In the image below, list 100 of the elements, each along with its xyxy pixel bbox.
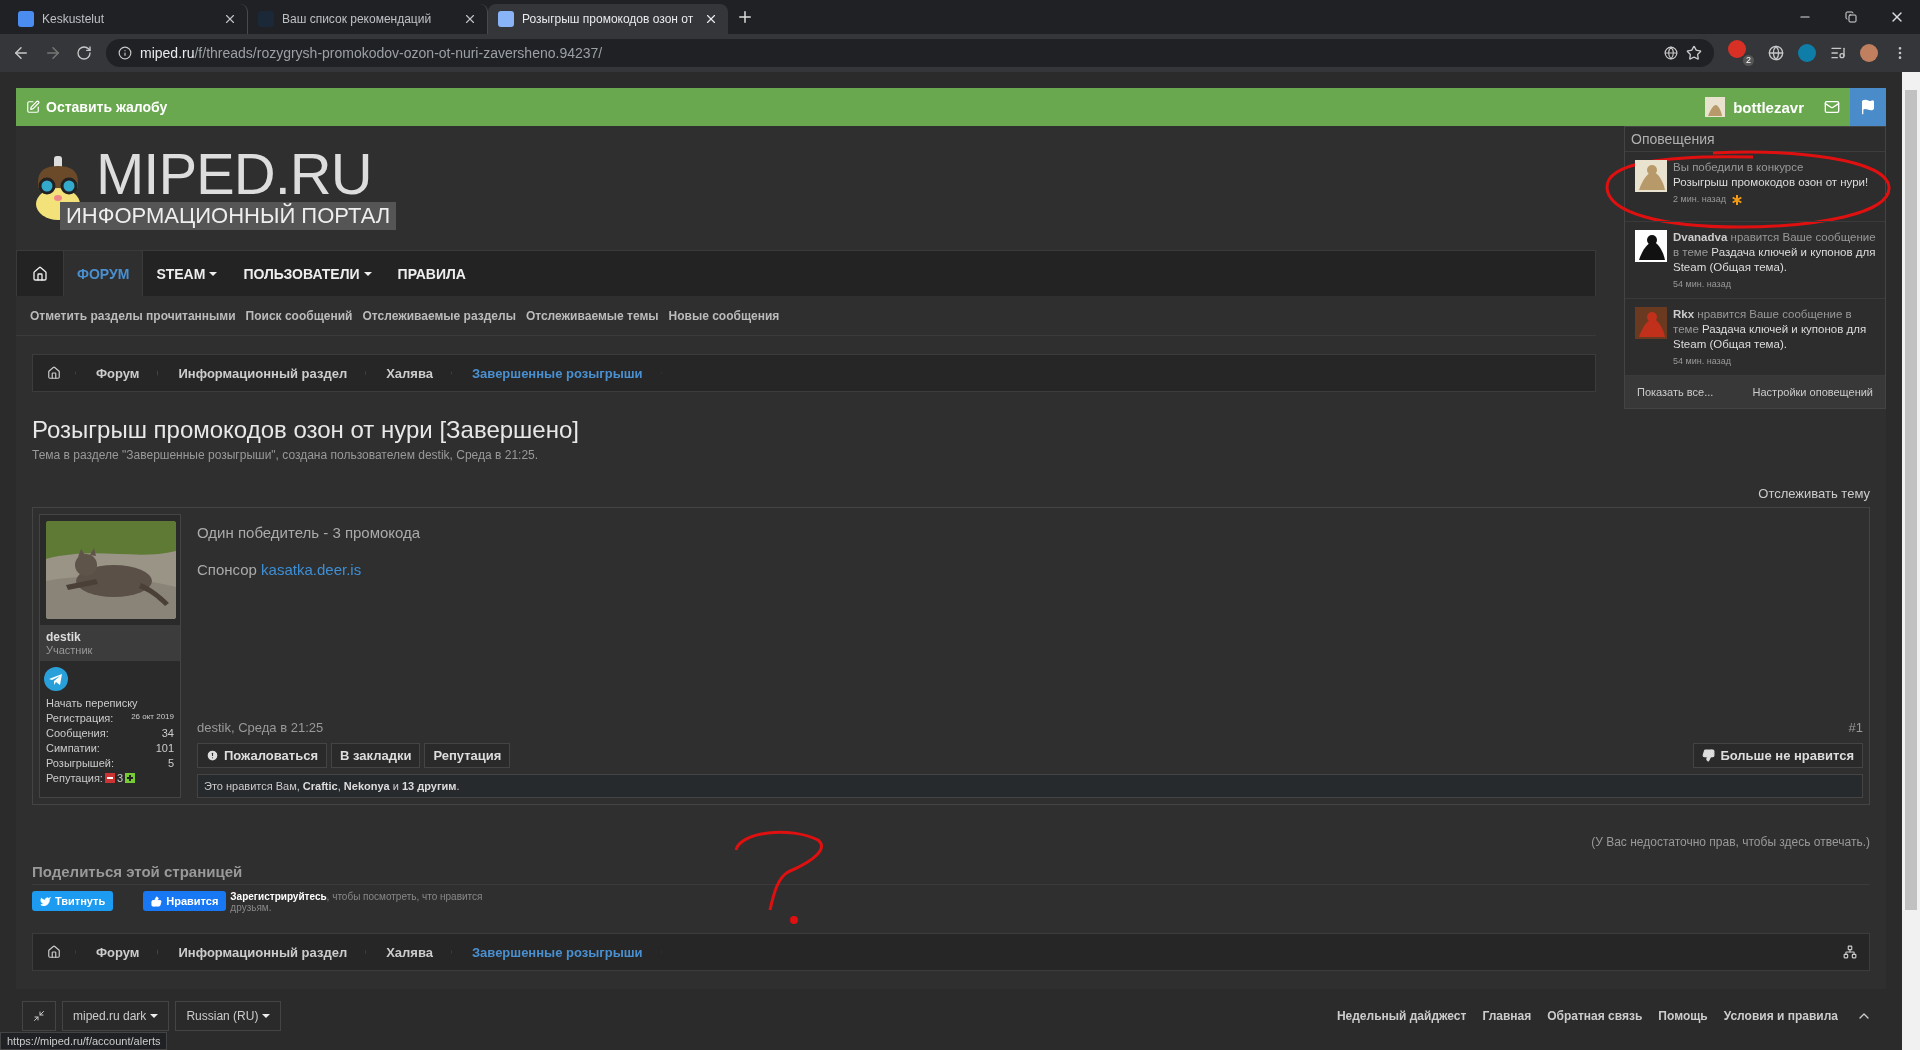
home-icon <box>47 366 61 380</box>
post-action-button[interactable]: Репутация <box>424 743 511 768</box>
close-icon[interactable] <box>463 12 477 26</box>
post-number[interactable]: #1 <box>1848 720 1863 735</box>
sitemap-icon[interactable] <box>1843 945 1857 959</box>
breadcrumb[interactable]: Завершенные розыгрыши <box>451 934 662 970</box>
site-logo-subtitle: ИНФОРМАЦИОННЫЙ ПОРТАЛ <box>60 202 397 230</box>
flag-icon <box>1860 99 1876 115</box>
home-icon[interactable] <box>32 265 48 282</box>
subnav-link[interactable]: Отметить разделы прочитанными <box>30 308 236 323</box>
back-icon[interactable] <box>12 44 30 62</box>
stat-label: Репутация: <box>46 772 103 784</box>
facebook-like-button[interactable]: Нравится <box>143 891 227 911</box>
post-action-button[interactable]: В закладки <box>331 743 421 768</box>
footer-link[interactable]: Условия и правила <box>1723 1009 1838 1023</box>
stat-value: 3 <box>116 772 124 784</box>
minus-icon[interactable] <box>104 773 115 783</box>
alert-item[interactable]: Вы победили в конкурсе Розыгрыш промокодов озон от нури! 2 мин. назад <box>1625 152 1885 222</box>
breadcrumb[interactable]: Информационный раздел <box>158 355 367 391</box>
thread-meta: Тема в разделе "Завершенные розыгрыши", создана пользователем destik, Среда в 21:25. <box>32 448 540 462</box>
extension-icon[interactable] <box>1798 44 1816 62</box>
plus-icon[interactable] <box>125 773 136 783</box>
mail-icon[interactable] <box>1824 99 1840 115</box>
close-icon[interactable] <box>704 12 718 26</box>
author-name[interactable]: destik <box>46 630 174 644</box>
info-icon[interactable] <box>118 46 132 60</box>
subnav-link[interactable]: Отслеживаемые темы <box>525 308 659 323</box>
globe-icon[interactable] <box>1664 46 1678 60</box>
sponsor-link[interactable]: kasatka.deer.is <box>261 561 362 578</box>
start-conversation-link[interactable]: Начать переписку <box>46 697 174 709</box>
stat-value: 34 <box>161 727 174 739</box>
message-text: Один победитель - 3 промокода <box>197 524 422 541</box>
stat-label: Регистрация: <box>46 712 114 724</box>
dropdown-link[interactable]: Настройки оповещений <box>1752 386 1873 398</box>
alert-icon <box>206 749 219 762</box>
nav-tab[interactable]: ПОЛЬЗОВАТЕЛИ <box>230 251 385 296</box>
alert-text: Rkx нравится Ваше сообщение в теме Раздача ключей и купонов для Steam (Общая тема). <box>1673 307 1868 352</box>
reload-icon[interactable] <box>76 45 92 61</box>
footer-link[interactable]: Недельный дайджест <box>1336 1009 1467 1023</box>
footer-link[interactable]: Обратная связь <box>1547 1009 1643 1023</box>
breadcrumb[interactable]: Форум <box>76 355 159 391</box>
restore-icon[interactable] <box>1845 11 1857 23</box>
breadcrumb[interactable]: Халява <box>366 934 452 970</box>
dropdown-link[interactable]: Показать все... <box>1637 386 1714 398</box>
reply-notice: (У Вас недостаточно прав, чтобы здесь отвечать.) <box>1591 835 1870 849</box>
bird-icon <box>40 895 51 907</box>
alert-time: 54 мин. назад <box>1673 278 1731 291</box>
alert-text: Dvanadva нравится Ваше сообщение в теме Раздача ключей и купонов для Steam (Общая тема). <box>1673 230 1877 275</box>
browser-tab[interactable]: Розыгрыш промокодов озон от <box>488 4 728 34</box>
home-icon <box>47 945 61 959</box>
subnav-link[interactable]: Поиск сообщений <box>245 308 353 323</box>
alert-time: 54 мин. назад <box>1673 355 1731 368</box>
stat-value: 101 <box>155 742 174 754</box>
globe-icon[interactable] <box>1768 45 1784 61</box>
stat-value: 26 окт 2019 <box>131 712 174 721</box>
user-role: Участник <box>46 644 94 656</box>
footer-link[interactable]: Помощь <box>1658 1009 1708 1023</box>
unlike-button[interactable]: Больше не нравится <box>1693 743 1863 768</box>
profile-avatar[interactable] <box>1860 44 1878 62</box>
nav-tab[interactable]: STEAM <box>143 251 231 296</box>
nav-tab[interactable]: ПРАВИЛА <box>384 251 479 296</box>
breadcrumb[interactable]: Форум <box>76 934 159 970</box>
watch-link[interactable]: Отслеживать тему <box>1758 486 1870 501</box>
facebook-note: Зарегистрируйтесь, чтобы посмотреть, что нравится друзьям. <box>230 891 484 913</box>
collapse-button[interactable] <box>22 1001 56 1031</box>
alert-item[interactable]: Dvanadva нравится Ваше сообщение в теме Раздача ключей и купонов для Steam (Общая тема). 54 мин. назад <box>1625 222 1885 299</box>
thumbs-up-icon <box>151 895 163 907</box>
flag-button[interactable] <box>1850 88 1886 126</box>
status-url: https://miped.ru/f/account/alerts <box>0 1032 168 1050</box>
star-icon[interactable] <box>1686 45 1702 61</box>
telegram-icon[interactable] <box>44 667 68 691</box>
post-action-button[interactable]: Пожаловаться <box>197 743 327 768</box>
share-title: Поделиться этой страницей <box>32 863 1870 885</box>
likes-summary: Это нравится Вам, Craftic, Nekonya и 13 другим. <box>197 774 1863 798</box>
close-icon[interactable] <box>223 12 237 26</box>
edit-icon <box>26 100 40 114</box>
stat-label: Розыгрышей: <box>46 757 114 769</box>
breadcrumb[interactable]: Халява <box>366 355 452 391</box>
subnav-link[interactable]: Новые сообщения <box>668 308 780 323</box>
subnav-link[interactable]: Отслеживаемые разделы <box>362 308 516 323</box>
breadcrumb[interactable]: Информационный раздел <box>158 934 367 970</box>
favicon-icon <box>498 11 514 27</box>
stat-label: Симпатии: <box>46 742 100 754</box>
playlist-icon[interactable] <box>1830 45 1846 61</box>
stat-label: Сообщения: <box>46 727 109 739</box>
favicon-icon <box>18 11 34 27</box>
alert-text: Вы победили в конкурсе Розыгрыш промокодов озон от нури! <box>1673 160 1869 190</box>
style-chooser[interactable]: miped.ru dark <box>62 1001 170 1031</box>
scrollbar-thumb[interactable] <box>1905 90 1917 910</box>
stat-value: 5 <box>167 757 174 769</box>
address-field[interactable]: miped.ru/f/threads/rozygrysh-promokodov-ozon-ot-nuri-zaversheno.94237/ <box>106 39 1714 67</box>
nav-tab[interactable]: ФОРУМ <box>63 251 144 296</box>
language-chooser[interactable]: Russian (RU) <box>175 1001 282 1031</box>
footer-link[interactable]: Главная <box>1482 1009 1532 1023</box>
new-tab-icon[interactable] <box>736 8 754 26</box>
post-date: destik, Среда в 21:25 <box>197 720 324 735</box>
thread-title: Розыгрыш промокодов озон от нури [Завершено] <box>32 416 580 444</box>
forward-icon[interactable] <box>44 44 62 62</box>
breadcrumb[interactable]: Завершенные розыгрыши <box>451 355 662 391</box>
thumbs-down-icon <box>1702 749 1716 762</box>
